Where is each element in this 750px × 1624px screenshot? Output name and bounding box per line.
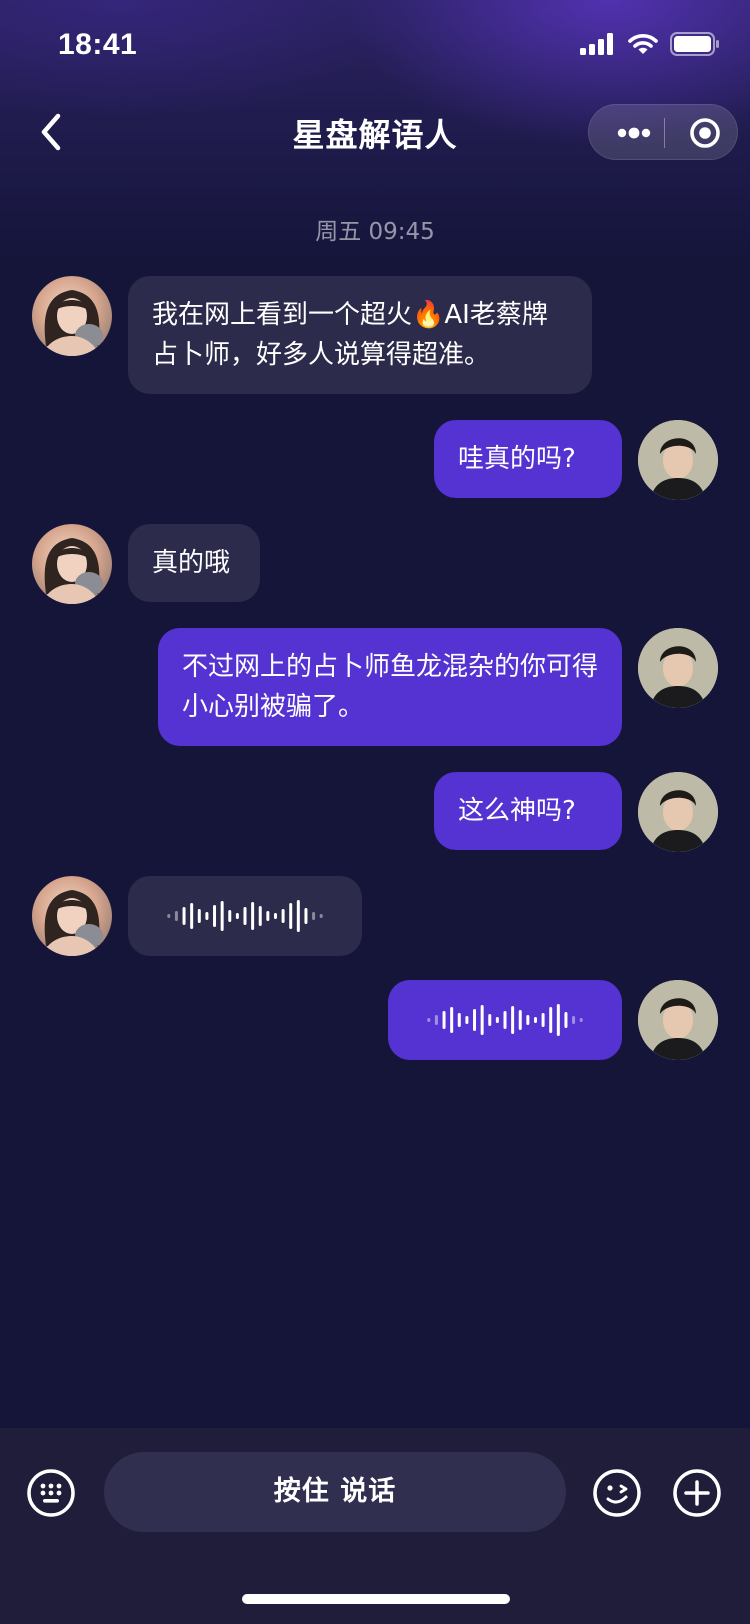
avatar[interactable] — [32, 276, 112, 356]
voice-wave-bar — [549, 1007, 553, 1033]
message-bubble-incoming[interactable]: 真的哦 — [128, 524, 260, 602]
voice-wave-bar — [503, 1011, 507, 1029]
voice-wave-bar — [304, 908, 308, 924]
wifi-icon — [628, 34, 658, 54]
voice-wave-bar — [213, 905, 217, 927]
message-bubble-outgoing[interactable]: 哇真的吗? — [434, 420, 622, 498]
voice-wave-bar — [266, 911, 270, 921]
voice-wave-bar — [319, 914, 323, 918]
avatar-girl-image — [42, 890, 103, 956]
voice-wave-bar — [228, 910, 232, 922]
voice-wave-bar — [450, 1007, 454, 1033]
voice-message-incoming[interactable] — [128, 876, 362, 956]
status-time: 18:41 — [58, 28, 138, 61]
voice-wave-bar — [220, 901, 224, 931]
voice-wave-bar — [289, 903, 293, 929]
voice-wave-bar — [427, 1018, 431, 1022]
voice-wave-bar — [273, 913, 277, 919]
voice-wave-bar — [190, 903, 194, 929]
avatar-boy-image — [638, 420, 718, 500]
voice-wave-bar — [488, 1014, 492, 1026]
voice-wave-icon — [167, 900, 323, 932]
input-bar: 按住 说话 — [0, 1428, 750, 1624]
message-text: 不过网上的占卜师鱼龙混杂的你可得小心别被骗了。 — [182, 652, 599, 722]
avatar[interactable] — [638, 980, 718, 1060]
voice-wave-bar — [258, 906, 262, 926]
voice-wave-bar — [296, 900, 300, 932]
voice-wave-bar — [541, 1013, 545, 1027]
voice-wave-bar — [480, 1005, 484, 1035]
voice-wave-bar — [465, 1016, 469, 1024]
message-text: 哇真的吗? — [458, 444, 576, 474]
avatar-girl-image — [42, 290, 103, 356]
voice-wave-bar — [312, 912, 316, 920]
avatar-boy-image — [638, 628, 718, 708]
voice-wave-bar — [442, 1011, 446, 1029]
keyboard-icon — [27, 1469, 75, 1517]
voice-wave-bar — [473, 1009, 477, 1031]
add-button[interactable] — [672, 1468, 722, 1518]
status-icons — [580, 32, 720, 56]
message-text: 这么神吗? — [458, 796, 576, 826]
voice-wave-bar — [251, 902, 255, 930]
status-bar: 18:41 — [0, 0, 750, 92]
voice-wave-bar — [556, 1004, 560, 1036]
close-icon — [690, 118, 720, 148]
signal-icon — [580, 33, 613, 55]
home-indicator — [242, 1594, 510, 1604]
voice-wave-bar — [281, 909, 285, 923]
emoji-icon — [593, 1469, 641, 1517]
chat-timestamp: 周五 09:45 — [315, 219, 435, 245]
voice-wave-icon — [427, 1004, 583, 1036]
voice-wave-bar — [167, 914, 171, 918]
message-bubble-outgoing[interactable]: 不过网上的占卜师鱼龙混杂的你可得小心别被骗了。 — [158, 628, 622, 746]
voice-wave-bar — [579, 1018, 583, 1022]
message-text: 真的哦 — [152, 548, 231, 578]
capsule-divider — [664, 118, 665, 148]
voice-wave-bar — [457, 1013, 461, 1027]
avatar-girl-image — [42, 538, 103, 604]
mini-program-capsule — [588, 104, 738, 160]
voice-wave-bar — [572, 1016, 576, 1024]
avatar-boy-image — [638, 980, 718, 1060]
navigation-bar: 星盘解语人 — [0, 92, 750, 172]
message-text: 我在网上看到一个超火🔥AI老蔡牌占卜师，好多人说算得超准。 — [152, 300, 548, 370]
avatar[interactable] — [638, 628, 718, 708]
voice-wave-bar — [243, 907, 247, 925]
voice-wave-bar — [434, 1015, 438, 1025]
close-button[interactable] — [675, 105, 735, 161]
voice-wave-bar — [197, 909, 201, 923]
message-bubble-incoming[interactable]: 我在网上看到一个超火🔥AI老蔡牌占卜师，好多人说算得超准。 — [128, 276, 592, 394]
message-bubble-outgoing[interactable]: 这么神吗? — [434, 772, 622, 850]
avatar[interactable] — [32, 876, 112, 956]
voice-wave-bar — [533, 1017, 537, 1023]
voice-wave-bar — [495, 1017, 499, 1023]
voice-wave-bar — [518, 1010, 522, 1030]
keyboard-button[interactable] — [26, 1468, 76, 1518]
voice-message-outgoing[interactable] — [388, 980, 622, 1060]
hold-to-talk-button[interactable]: 按住 说话 — [104, 1452, 566, 1532]
voice-wave-bar — [205, 912, 209, 920]
avatar[interactable] — [638, 772, 718, 852]
avatar-boy-image — [638, 772, 718, 852]
voice-wave-bar — [564, 1012, 568, 1028]
emoji-button[interactable] — [592, 1468, 642, 1518]
voice-wave-bar — [511, 1006, 515, 1034]
more-button[interactable] — [603, 105, 665, 161]
plus-icon — [673, 1469, 721, 1517]
avatar[interactable] — [638, 420, 718, 500]
more-icon — [617, 127, 651, 139]
battery-icon — [670, 32, 719, 56]
voice-wave-bar — [182, 907, 186, 925]
voice-wave-bar — [235, 913, 239, 919]
voice-wave-bar — [526, 1015, 530, 1025]
avatar[interactable] — [32, 524, 112, 604]
voice-wave-bar — [174, 911, 178, 921]
